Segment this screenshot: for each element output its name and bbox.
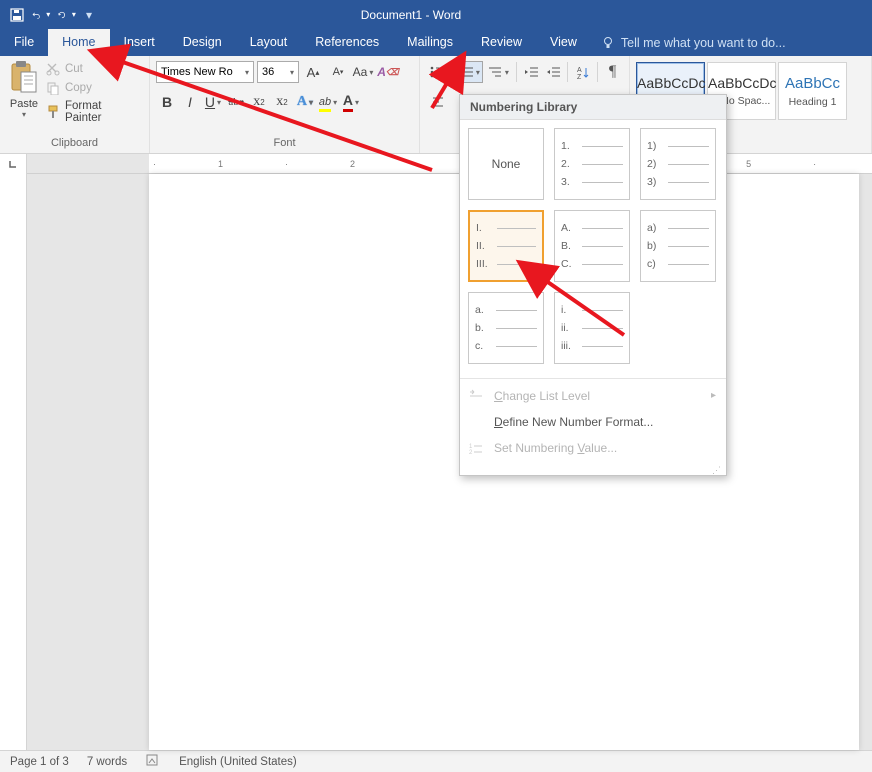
font-size-combo[interactable]: 36▾ (257, 61, 299, 83)
tab-insert[interactable]: Insert (110, 29, 169, 56)
strikethrough-button[interactable]: abc (225, 91, 247, 113)
vertical-ruler[interactable] (0, 174, 27, 750)
numbering-button[interactable]: 123▾ (455, 61, 483, 83)
undo-icon[interactable]: ▾ (32, 4, 54, 26)
num-option-lower-roman[interactable]: i. ii. iii. (554, 292, 630, 364)
define-number-format-item[interactable]: Define New Number Format... (460, 409, 726, 435)
status-words[interactable]: 7 words (87, 756, 127, 768)
num-option-lower-alpha-dot[interactable]: a. b. c. (468, 292, 544, 364)
underline-button[interactable]: U▾ (202, 91, 224, 113)
tab-file[interactable]: File (0, 29, 48, 56)
clear-formatting-button[interactable]: A⌫ (377, 61, 399, 83)
quick-access-toolbar: ▾ ▾ ▾ (0, 4, 100, 26)
numbering-library-popup: Numbering Library None 1. 2. 3. 1) 2) 3)… (459, 94, 727, 476)
tab-review[interactable]: Review (467, 29, 536, 56)
svg-text:2: 2 (469, 450, 473, 456)
ribbon-tabs: File Home Insert Design Layout Reference… (0, 29, 872, 56)
cut-label: Cut (65, 63, 83, 75)
numbering-options-grid: None 1. 2. 3. 1) 2) 3) I. II. III. A. B.… (460, 120, 726, 378)
save-icon[interactable] (6, 4, 28, 26)
format-painter-icon (46, 105, 60, 119)
num-option-upper-roman[interactable]: I. II. III. (468, 210, 544, 282)
qat-customize-icon[interactable]: ▾ (84, 4, 94, 26)
font-color-button[interactable]: A▾ (340, 91, 362, 113)
tab-home[interactable]: Home (48, 29, 109, 56)
sort-button[interactable]: AZ (572, 61, 593, 83)
copy-icon (46, 81, 60, 95)
svg-text:A: A (577, 67, 582, 74)
num-option-upper-alpha[interactable]: A. B. C. (554, 210, 630, 282)
style-preview: AaBbCcDc (637, 75, 704, 91)
group-clipboard: Paste ▾ Cut Copy Format Painter Clipboar… (0, 56, 150, 153)
shrink-font-button[interactable]: A▾ (327, 61, 349, 83)
num-option-lower-alpha-paren[interactable]: a) b) c) (640, 210, 716, 282)
increase-indent-button[interactable] (543, 61, 564, 83)
tab-selector[interactable] (0, 154, 27, 174)
horizontal-ruler[interactable]: ·1·2·3·4·5·6 (0, 154, 872, 174)
paste-icon (9, 60, 39, 96)
status-page[interactable]: Page 1 of 3 (10, 756, 69, 768)
highlight-button[interactable]: ab▾ (317, 91, 339, 113)
tell-me-search[interactable]: Tell me what you want to do... (591, 36, 796, 50)
tab-layout[interactable]: Layout (236, 29, 302, 56)
style-preview: AaBbCcDc (708, 75, 775, 91)
bullets-button[interactable]: ▾ (426, 61, 454, 83)
style-preview: AaBbCc (779, 75, 846, 92)
copy-button[interactable]: Copy (44, 79, 143, 97)
svg-text:3: 3 (458, 74, 461, 79)
subscript-button[interactable]: x2 (248, 91, 270, 113)
popup-title: Numbering Library (460, 95, 726, 120)
cut-button[interactable]: Cut (44, 60, 143, 78)
set-value-icon: 12 (468, 440, 484, 456)
window-title: Document1 - Word (100, 8, 722, 22)
style-heading1[interactable]: AaBbCc Heading 1 (778, 62, 847, 120)
status-language[interactable]: English (United States) (179, 756, 297, 768)
font-name-value: Times New Ro (161, 66, 233, 78)
change-level-icon (468, 388, 484, 404)
change-case-button[interactable]: Aa▾ (352, 61, 374, 83)
font-size-value: 36 (262, 66, 274, 78)
italic-button[interactable]: I (179, 91, 201, 113)
text-effects-button[interactable]: A▾ (294, 91, 316, 113)
superscript-button[interactable]: x2 (271, 91, 293, 113)
tab-view[interactable]: View (536, 29, 591, 56)
grow-font-button[interactable]: A▴ (302, 61, 324, 83)
lightbulb-icon (601, 36, 615, 50)
font-name-combo[interactable]: Times New Ro▾ (156, 61, 254, 83)
clipboard-group-label: Clipboard (6, 137, 143, 151)
format-painter-label: Format Painter (65, 100, 141, 124)
document-workspace (0, 174, 872, 750)
popup-resize-grip[interactable]: ⋰ (460, 465, 726, 475)
decrease-indent-button[interactable] (521, 61, 542, 83)
title-bar: ▾ ▾ ▾ Document1 - Word (0, 0, 872, 29)
style-name: Heading 1 (779, 96, 846, 108)
num-option-decimal-paren[interactable]: 1) 2) 3) (640, 128, 716, 200)
status-proofing-icon[interactable] (145, 753, 161, 770)
multilevel-list-button[interactable]: ▾ (484, 61, 512, 83)
num-option-none[interactable]: None (468, 128, 544, 200)
copy-label: Copy (65, 82, 92, 94)
num-option-decimal-dot[interactable]: 1. 2. 3. (554, 128, 630, 200)
redo-icon[interactable]: ▾ (58, 4, 80, 26)
set-numbering-value-item: 12 Set Numbering Value... (460, 435, 726, 461)
status-bar: Page 1 of 3 7 words English (United Stat… (0, 750, 872, 772)
tab-design[interactable]: Design (169, 29, 236, 56)
bold-button[interactable]: B (156, 91, 178, 113)
font-group-label: Font (156, 137, 413, 151)
paste-button[interactable]: Paste ▾ (6, 60, 42, 132)
tab-references[interactable]: References (301, 29, 393, 56)
group-font: Times New Ro▾ 36▾ A▴ A▾ Aa▾ A⌫ B I U▾ ab… (150, 56, 420, 153)
ribbon: Paste ▾ Cut Copy Format Painter Clipboar… (0, 56, 872, 154)
show-hide-button[interactable]: ¶ (602, 61, 623, 83)
format-painter-button[interactable]: Format Painter (44, 98, 143, 126)
change-list-level-item: Change List Level ▸ (460, 383, 726, 409)
paste-label: Paste (6, 98, 42, 110)
scissors-icon (46, 62, 60, 76)
tab-mailings[interactable]: Mailings (393, 29, 467, 56)
align-left-button[interactable] (426, 91, 450, 113)
tell-me-placeholder: Tell me what you want to do... (621, 36, 786, 50)
svg-text:Z: Z (577, 74, 582, 79)
